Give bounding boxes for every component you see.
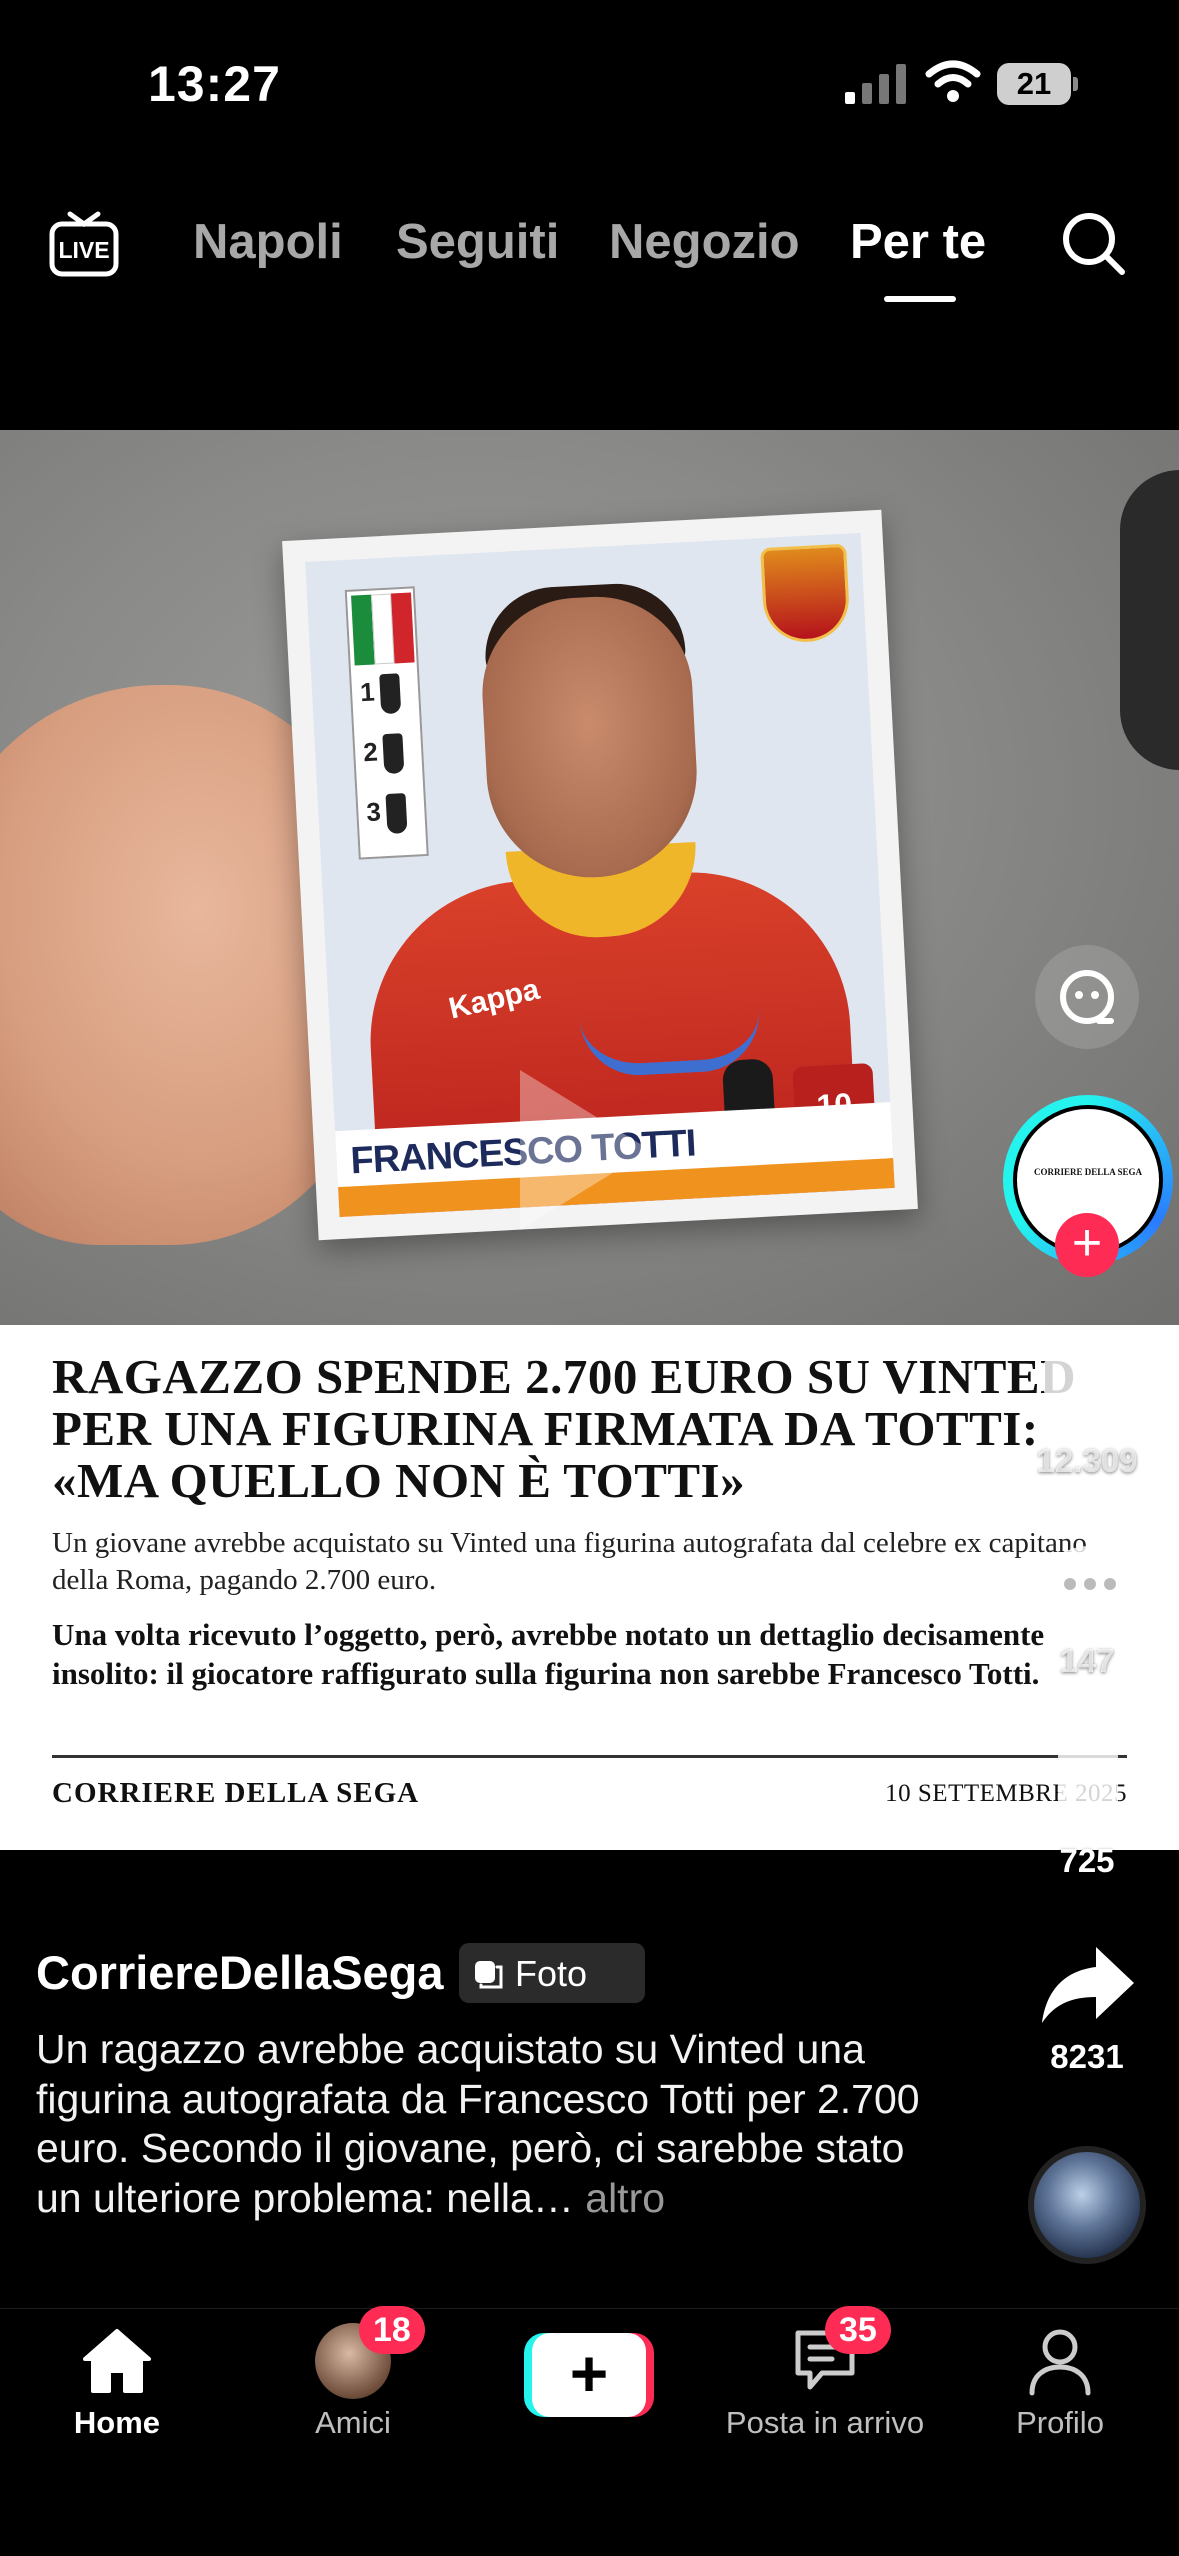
home-icon: [83, 2329, 151, 2393]
create-button[interactable]: +: [524, 2333, 654, 2417]
ai-face-icon: [1060, 970, 1114, 1024]
trophy-icon: [385, 793, 408, 835]
follow-button[interactable]: +: [1055, 1213, 1119, 1277]
club-crest-icon: [760, 543, 852, 645]
photo-badge: Foto: [459, 1943, 645, 2003]
article-intro: Un giovane avrebbe acquistato su Vinted …: [52, 1527, 1087, 1596]
nav-home[interactable]: Home: [0, 2309, 237, 2499]
post-media[interactable]: 1 2 3 Kappa 10 FRANCESCO TOTTI: [0, 430, 1179, 1850]
article-body: Una volta ricevuto l’oggetto, però, avre…: [52, 1617, 1045, 1691]
battery-level: 21: [997, 63, 1071, 105]
ai-assistant-button[interactable]: [1035, 945, 1139, 1049]
photo-badge-label: Foto: [515, 1953, 588, 1994]
share-icon[interactable]: [1040, 1945, 1136, 2025]
article-headline: RAGAZZO SPENDE 2.700 EURO SU VINTED PER …: [52, 1349, 1076, 1508]
cup-number: 2: [362, 736, 379, 768]
caption-text: Un ragazzo avrebbe acquistato su Vinted …: [36, 2025, 936, 2223]
svg-text:LIVE: LIVE: [58, 237, 109, 263]
status-bar: 13:27 21: [0, 0, 1179, 160]
article-divider: [52, 1755, 1127, 1758]
caption-body: Un ragazzo avrebbe acquistato su Vinted …: [36, 2026, 920, 2221]
photo-stack-icon: [475, 1961, 503, 1989]
save-count: 725: [1059, 1842, 1115, 1879]
tab-per-te[interactable]: Per te: [850, 214, 986, 270]
wifi-icon: [925, 60, 981, 102]
create-plus-icon: +: [532, 2333, 646, 2417]
author-username[interactable]: CorriereDellaSega: [36, 1945, 444, 2000]
cup-number: 1: [359, 676, 376, 708]
caption-more-link[interactable]: altro: [585, 2175, 665, 2221]
bookmark-icon[interactable]: [1052, 1748, 1124, 1838]
active-tab-indicator: [884, 296, 956, 302]
italy-flag-strip: 1 2 3: [344, 586, 429, 860]
bottom-nav-bar: Home 18 Amici + 35 Posta in arrivo Profi…: [0, 2306, 1179, 2556]
nav-home-label: Home: [73, 2405, 161, 2440]
status-time: 13:27: [148, 56, 281, 112]
nav-friends-label: Amici: [315, 2405, 391, 2440]
nav-inbox[interactable]: 35 Posta in arrivo: [705, 2306, 945, 2499]
tab-negozio[interactable]: Negozio: [609, 214, 800, 270]
nav-inbox-label: Posta in arrivo: [725, 2405, 925, 2440]
search-icon[interactable]: [1060, 210, 1128, 278]
battery-indicator: 21: [997, 63, 1078, 105]
player-face: [477, 592, 702, 883]
music-disc-avatar[interactable]: [1028, 2146, 1146, 2264]
comment-count: 147: [1059, 1642, 1115, 1679]
post-photo[interactable]: 1 2 3 Kappa 10 FRANCESCO TOTTI: [0, 430, 1179, 1325]
nav-profile-label: Profilo: [1016, 2405, 1104, 2440]
play-icon: [520, 1070, 650, 1230]
trophy-icon: [379, 673, 402, 715]
top-nav: LIVE Napoli Seguiti Negozio Per te: [0, 180, 1179, 310]
article-source: CORRIERE DELLA SEGA: [52, 1777, 420, 1809]
nav-friends[interactable]: 18 Amici: [233, 2306, 473, 2499]
news-article-card: RAGAZZO SPENDE 2.700 EURO SU VINTED PER …: [0, 1325, 1179, 1850]
like-count: 12.309: [1036, 1442, 1138, 1479]
tab-seguiti[interactable]: Seguiti: [396, 214, 559, 270]
background-car-wheel: [1120, 470, 1179, 770]
trophy-icon: [382, 733, 405, 775]
friends-badge: 18: [359, 2306, 425, 2354]
live-tv-icon[interactable]: LIVE: [48, 210, 120, 280]
profile-icon: [1029, 2329, 1091, 2396]
comment-icon[interactable]: [1040, 1540, 1140, 1636]
cup-number: 3: [365, 796, 382, 828]
avatar-logo-text: CORRIERE DELLA SEGA: [1033, 1167, 1143, 1177]
battery-cap: [1073, 77, 1078, 91]
nav-profile[interactable]: Profilo: [940, 2309, 1179, 2499]
tab-napoli[interactable]: Napoli: [193, 214, 343, 270]
inbox-badge: 35: [825, 2306, 891, 2354]
signal-icon: [845, 64, 906, 104]
heart-icon[interactable]: [1037, 1348, 1143, 1444]
share-count: 8231: [1050, 2038, 1124, 2075]
